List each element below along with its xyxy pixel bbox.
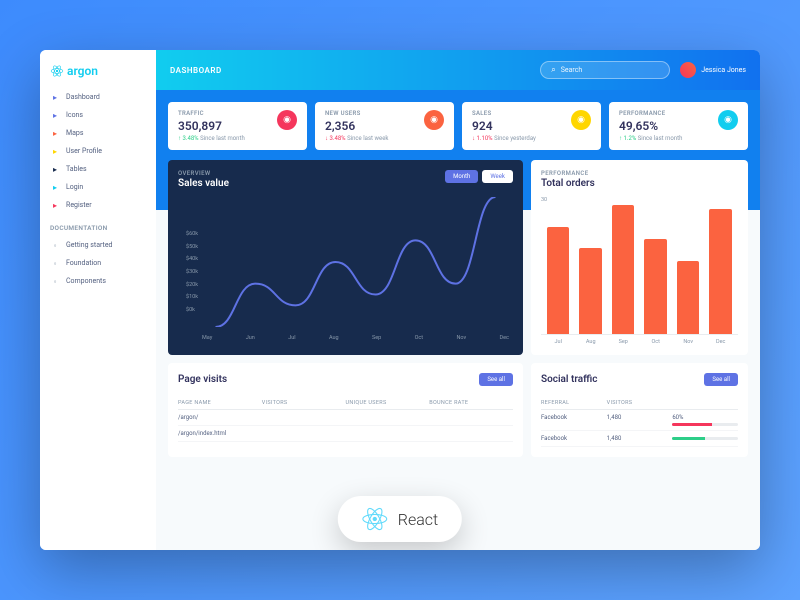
toggle-week[interactable]: Week	[482, 170, 513, 183]
orders-eyebrow: PERFORMANCE	[541, 170, 595, 177]
page-visits-see-all[interactable]: See all	[479, 373, 513, 386]
toggle-month[interactable]: Month	[445, 170, 478, 183]
stat-card-performance: PERFORMANCE49,65%↑ 1.2% Since last month…	[609, 102, 748, 150]
social-see-all[interactable]: See all	[704, 373, 738, 386]
chart-period-toggle: Month Week	[445, 170, 513, 183]
sidebar-item-label: Dashboard	[66, 93, 100, 101]
chart-bar-icon: ◉	[277, 110, 297, 130]
sidebar-item-label: Tables	[66, 165, 87, 173]
orders-chart-card: PERFORMANCE Total orders 30 JulAugSepOct…	[531, 160, 748, 355]
sidebar-item-user-profile[interactable]: ▸ User Profile	[40, 142, 156, 160]
nav-icon: ▸	[50, 110, 60, 120]
sidebar-item-register[interactable]: ▸ Register	[40, 196, 156, 214]
users-icon: ◉	[571, 110, 591, 130]
stat-card-traffic: TRAFFIC350,897↑ 3.48% Since last month◉	[168, 102, 307, 150]
sidebar-item-icons[interactable]: ▸ Icons	[40, 106, 156, 124]
sidebar-item-login[interactable]: ▸ Login	[40, 178, 156, 196]
sidebar-item-label: Icons	[66, 111, 83, 119]
main: DASHBOARD ⌕ Jessica Jones TRAFFIC350,897…	[156, 50, 760, 550]
stat-footer: ↓ 3.48% Since last week	[325, 135, 444, 142]
doc-icon: ◦	[50, 276, 60, 286]
topbar: DASHBOARD ⌕ Jessica Jones	[156, 50, 760, 90]
sales-chart-card: OVERVIEW Sales value Month Week $60k$50k…	[168, 160, 523, 355]
percent-icon: ◉	[718, 110, 738, 130]
table-row[interactable]: /argon/index.html	[178, 426, 513, 442]
sidebar-item-label: Register	[66, 201, 92, 209]
doc-item-components[interactable]: ◦ Components	[40, 272, 156, 290]
page-visits-card: Page visits See all PAGE NAMEVISITORSUNI…	[168, 363, 523, 457]
stat-footer: ↑ 3.48% Since last month	[178, 135, 297, 142]
sidebar-item-tables[interactable]: ▸ Tables	[40, 160, 156, 178]
table-row[interactable]: Facebook1,48060%	[541, 410, 738, 431]
content: TRAFFIC350,897↑ 3.48% Since last month◉N…	[156, 90, 760, 550]
bar	[579, 248, 602, 334]
nav-icon: ▸	[50, 200, 60, 210]
table-row[interactable]: /argon/	[178, 410, 513, 426]
avatar	[680, 62, 696, 78]
sidebar-item-dashboard[interactable]: ▸ Dashboard	[40, 88, 156, 106]
app-name: argon	[67, 64, 98, 78]
app-logo[interactable]: argon	[40, 60, 156, 88]
stat-footer: ↓ 1.10% Since yesterday	[472, 135, 591, 142]
sales-line-chart	[198, 197, 513, 327]
doc-icon: ◦	[50, 240, 60, 250]
bar	[547, 227, 570, 335]
nav-icon: ▸	[50, 146, 60, 156]
sales-eyebrow: OVERVIEW	[178, 170, 229, 177]
react-badge: React	[338, 496, 462, 542]
doc-item-label: Foundation	[66, 259, 101, 267]
orders-title: Total orders	[541, 178, 595, 189]
doc-item-label: Getting started	[66, 241, 113, 249]
bar	[677, 261, 700, 334]
doc-heading: DOCUMENTATION	[40, 214, 156, 236]
doc-icon: ◦	[50, 258, 60, 268]
sidebar-item-maps[interactable]: ▸ Maps	[40, 124, 156, 142]
nav-icon: ▸	[50, 92, 60, 102]
page-visits-title: Page visits	[178, 374, 227, 385]
bar	[612, 205, 635, 334]
table-row[interactable]: Facebook1,480	[541, 431, 738, 447]
sales-title: Sales value	[178, 178, 229, 189]
sidebar-item-label: Maps	[66, 129, 83, 137]
stats-row: TRAFFIC350,897↑ 3.48% Since last month◉N…	[168, 102, 748, 150]
doc-item-label: Components	[66, 277, 106, 285]
chart-pie-icon: ◉	[424, 110, 444, 130]
sidebar-item-label: User Profile	[66, 147, 102, 155]
user-menu[interactable]: Jessica Jones	[680, 62, 746, 78]
orders-bar-chart	[541, 205, 738, 335]
nav-icon: ▸	[50, 164, 60, 174]
react-icon	[362, 506, 388, 532]
sidebar: argon ▸ Dashboard ▸ Icons ▸ Maps ▸ User Profile…	[40, 50, 156, 550]
nav-icon: ▸	[50, 182, 60, 192]
user-name: Jessica Jones	[701, 66, 746, 74]
doc-item-foundation[interactable]: ◦ Foundation	[40, 254, 156, 272]
page-title: DASHBOARD	[170, 66, 222, 75]
social-traffic-card: Social traffic See all REFERRALVISITORS …	[531, 363, 748, 457]
search-input[interactable]	[561, 66, 660, 74]
bar	[644, 239, 667, 334]
react-label: React	[398, 510, 438, 529]
nav-icon: ▸	[50, 128, 60, 138]
sidebar-item-label: Login	[66, 183, 83, 191]
bar	[709, 209, 732, 334]
argon-icon	[50, 64, 64, 78]
stat-card-new-users: NEW USERS2,356↓ 3.48% Since last week◉	[315, 102, 454, 150]
social-title: Social traffic	[541, 374, 598, 385]
search-box[interactable]: ⌕	[540, 61, 670, 79]
stat-card-sales: SALES924↓ 1.10% Since yesterday◉	[462, 102, 601, 150]
stat-footer: ↑ 1.2% Since last month	[619, 135, 738, 142]
doc-item-getting-started[interactable]: ◦ Getting started	[40, 236, 156, 254]
search-icon: ⌕	[551, 65, 555, 75]
